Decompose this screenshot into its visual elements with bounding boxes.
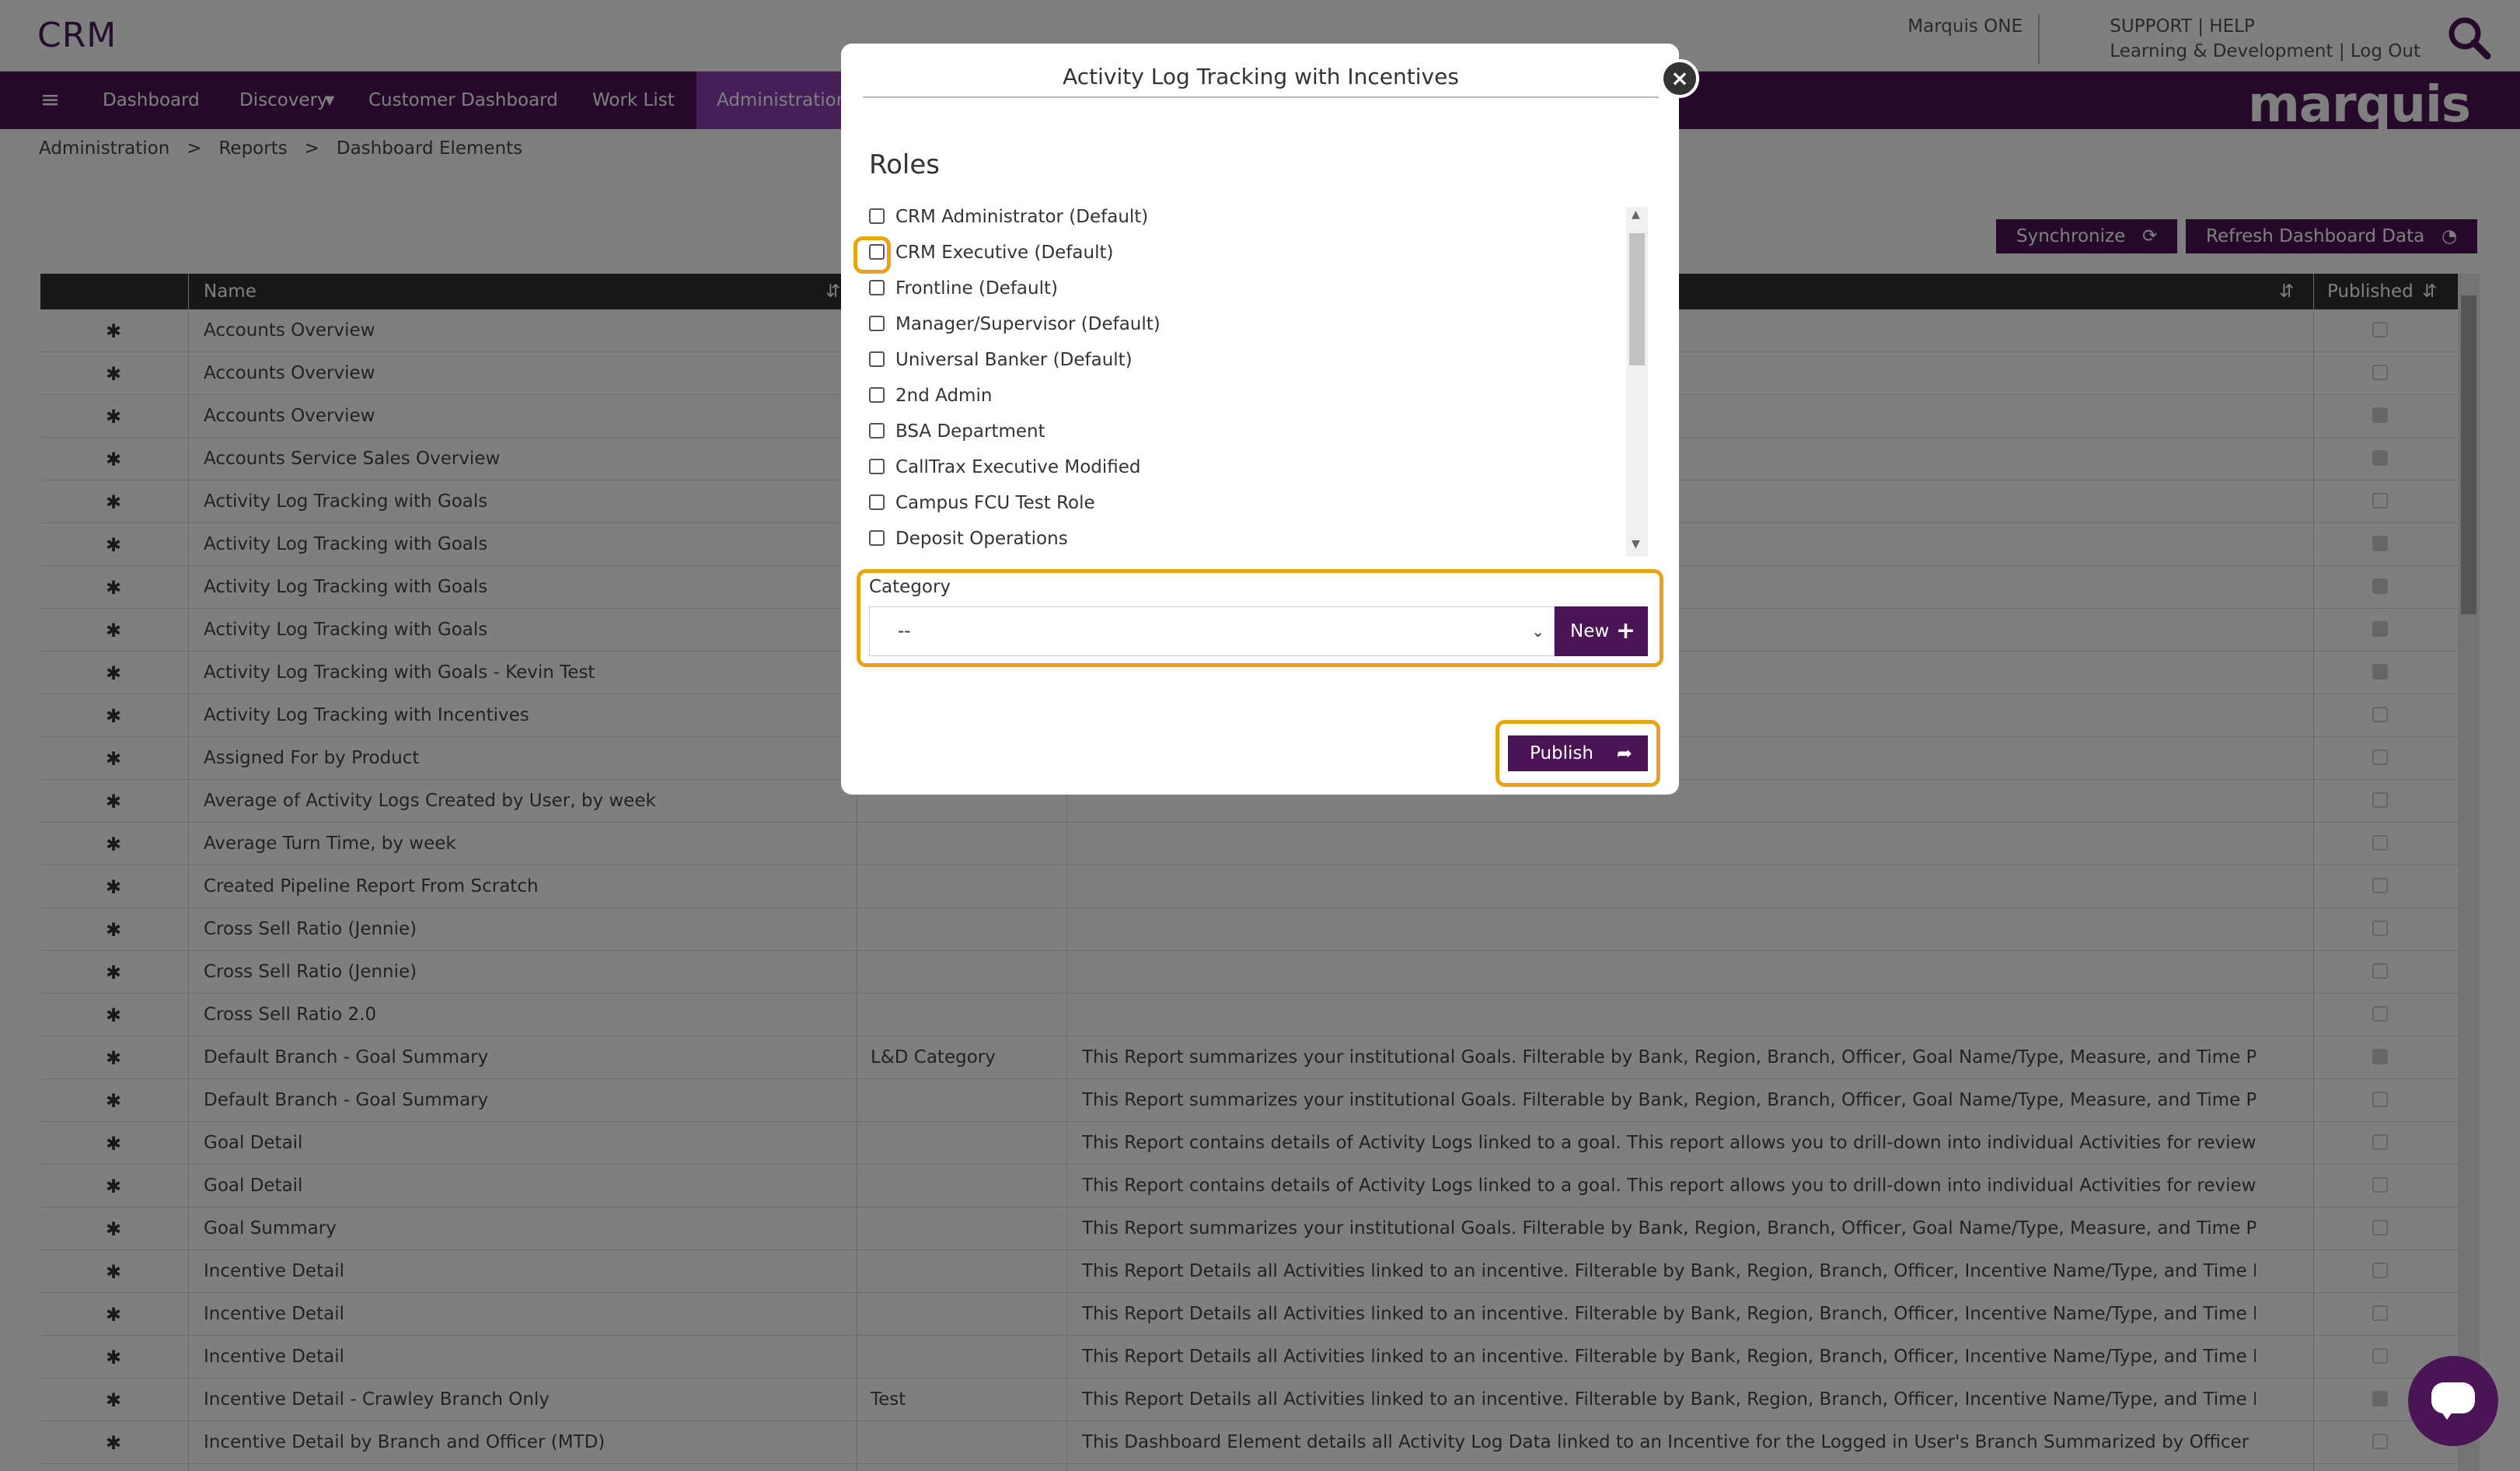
roles-list[interactable]: CRM Administrator (Default) CRM Executive… [869, 204, 1617, 557]
roles-heading: Roles [869, 149, 940, 180]
highlight-category [857, 569, 1663, 667]
scroll-up-icon[interactable]: ▲ [1632, 208, 1640, 221]
role-label: Manager/Supervisor (Default) [895, 314, 1161, 334]
role-checkbox[interactable] [869, 530, 885, 546]
roles-scroll-thumb[interactable] [1629, 233, 1645, 365]
chat-button[interactable] [2408, 1356, 2498, 1446]
publish-modal: Activity Log Tracking with Incentives × … [841, 44, 1699, 795]
scroll-down-icon[interactable]: ▼ [1632, 538, 1640, 550]
role-checkbox[interactable] [869, 494, 885, 510]
role-checkbox[interactable] [869, 316, 885, 331]
role-label: Deposit Operations [895, 529, 1068, 549]
role-label: CRM Administrator (Default) [895, 207, 1149, 227]
role-checkbox[interactable] [869, 208, 885, 224]
role-checkbox[interactable] [869, 351, 885, 367]
role-label: 2nd Admin [895, 386, 993, 406]
role-label: Frontline (Default) [895, 278, 1058, 299]
roles-list-scrollbar[interactable]: ▲ ▼ [1626, 207, 1648, 557]
modal-title: Activity Log Tracking with Incentives [863, 64, 1659, 98]
chat-bubble-tail [2439, 1409, 2455, 1420]
role-label: CallTrax Executive Modified [895, 457, 1141, 477]
role-checkbox[interactable] [869, 423, 885, 439]
role-label: BSA Department [895, 421, 1045, 442]
highlight-publish [1496, 720, 1660, 787]
role-checkbox[interactable] [869, 459, 885, 474]
role-checkbox[interactable] [869, 280, 885, 295]
role-checkbox[interactable] [869, 387, 885, 403]
close-icon[interactable]: × [1660, 59, 1699, 98]
role-label: Universal Banker (Default) [895, 350, 1133, 370]
role-label: Campus FCU Test Role [895, 493, 1095, 513]
role-label: CRM Executive (Default) [895, 243, 1114, 263]
highlight-crm-executive [853, 236, 891, 274]
